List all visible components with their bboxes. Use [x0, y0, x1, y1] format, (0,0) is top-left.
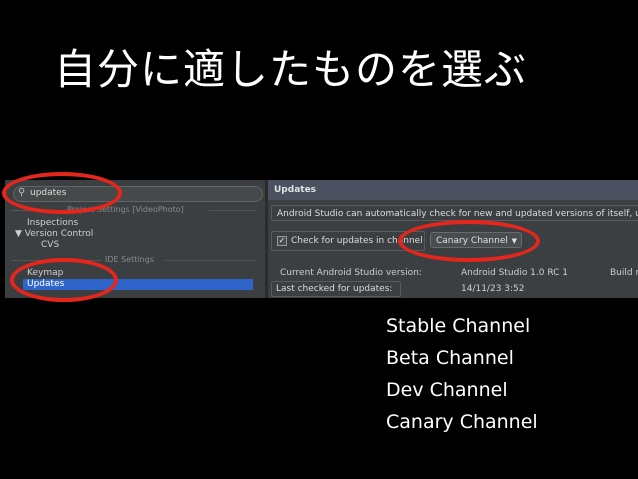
annotation-circle-updates: [10, 258, 118, 302]
current-version-value: Android Studio 1.0 RC 1: [461, 268, 569, 278]
tree-item-cvs[interactable]: CVS: [5, 240, 265, 251]
build-number-label: Build n: [610, 268, 638, 278]
tree-item-label: Inspections: [27, 218, 79, 228]
tree-item-inspections[interactable]: Inspections: [5, 218, 265, 229]
channel-stable: Stable Channel: [386, 315, 531, 337]
slide-title: 自分に適したものを選ぶ: [54, 45, 528, 94]
last-checked-label: Last checked for updates:: [271, 281, 401, 297]
tree-item-version-control[interactable]: ▼ Version Control: [5, 229, 265, 240]
tree-item-label: ▼ Version Control: [15, 229, 94, 239]
annotation-circle-search: [2, 172, 122, 214]
channel-beta: Beta Channel: [386, 347, 514, 369]
section-ide-label: IDE Settings: [105, 255, 154, 264]
tree-item-label: CVS: [41, 240, 60, 250]
checkbox-icon[interactable]: ✓: [277, 235, 287, 246]
channel-list: Stable Channel Beta Channel Dev Channel …: [386, 314, 538, 442]
channel-dev: Dev Channel: [386, 379, 508, 401]
panel-title: Updates: [268, 180, 638, 200]
annotation-circle-channel: [398, 220, 540, 262]
current-version-label: Current Android Studio version:: [280, 268, 422, 278]
last-checked-value: 14/11/23 3:52: [461, 284, 525, 294]
channel-canary: Canary Channel: [386, 411, 538, 433]
updates-description: Android Studio can automatically check f…: [271, 205, 638, 221]
